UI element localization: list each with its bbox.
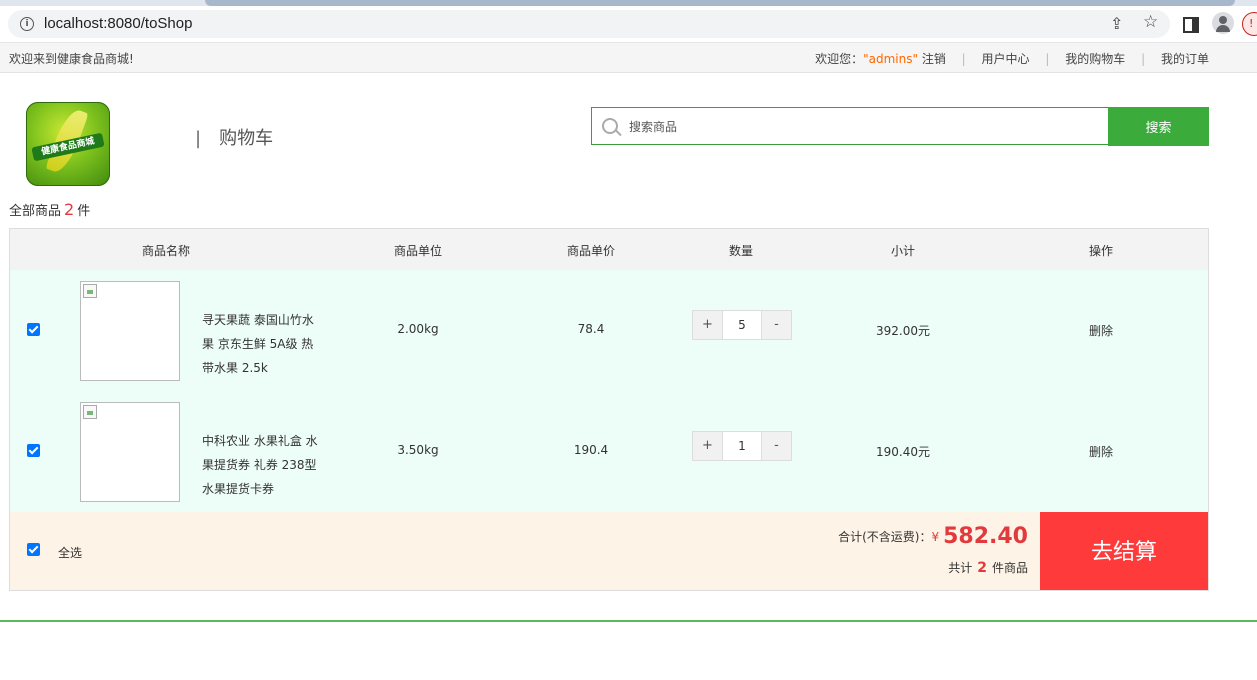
header-action: 操作 bbox=[1088, 244, 1114, 258]
title-divider: | bbox=[195, 128, 202, 149]
select-all-checkbox[interactable] bbox=[27, 543, 40, 556]
search-input[interactable] bbox=[627, 108, 1101, 146]
broken-image-icon bbox=[83, 405, 97, 419]
delete-link[interactable]: 删除 bbox=[1089, 322, 1113, 339]
cart-item-count: 全部商品 2 件 bbox=[9, 200, 90, 219]
row-subtotal: 190.40元 bbox=[876, 445, 930, 459]
url-text[interactable]: localhost:8080/toShop bbox=[44, 15, 192, 32]
table-row: 寻天果蔬 泰国山竹水果 京东生鲜 5A级 热带水果 2.5k 2.00kg 78… bbox=[10, 270, 1208, 392]
header-product-name: 商品名称 bbox=[141, 244, 191, 258]
product-price: 190.4 bbox=[573, 443, 609, 457]
delete-link[interactable]: 删除 bbox=[1089, 443, 1113, 460]
search-button[interactable]: 搜索 bbox=[1108, 107, 1209, 146]
search-icon bbox=[602, 118, 618, 134]
increase-button[interactable]: + bbox=[693, 311, 723, 339]
total-label: 合计(不含运费)： bbox=[838, 530, 932, 544]
top-nav: 欢迎您："admins" 注销 | 用户中心 | 我的购物车 | 我的订单 bbox=[815, 50, 1209, 67]
share-icon[interactable]: ⇪ bbox=[1110, 15, 1123, 33]
search-box bbox=[591, 107, 1108, 146]
checkout-button[interactable]: 去结算 bbox=[1040, 512, 1208, 590]
site-info-icon[interactable]: i bbox=[20, 17, 34, 31]
total-count-number: 2 bbox=[977, 560, 987, 576]
table-row: 中科农业 水果礼盒 水果提货券 礼券 238型 水果提货卡券 3.50kg 19… bbox=[10, 391, 1208, 513]
total-line: 合计(不含运费)：¥ 582.40 bbox=[838, 524, 1028, 549]
total-count: 共计 2 件商品 bbox=[948, 559, 1028, 576]
site-logo[interactable]: 健康食品商城 bbox=[26, 102, 110, 186]
count-prefix: 全部商品 bbox=[9, 204, 62, 219]
my-orders-link[interactable]: 我的订单 bbox=[1161, 52, 1209, 66]
user-center-link[interactable]: 用户中心 bbox=[982, 52, 1030, 66]
row-subtotal: 392.00元 bbox=[876, 324, 930, 338]
logout-link[interactable]: 注销 bbox=[922, 52, 946, 66]
product-image[interactable] bbox=[80, 281, 180, 381]
count-number: 2 bbox=[64, 200, 75, 219]
product-image[interactable] bbox=[80, 402, 180, 502]
page-title: | 购物车 bbox=[195, 124, 273, 150]
select-all-label[interactable]: 全选 bbox=[58, 544, 82, 561]
nav-separator: | bbox=[1045, 52, 1050, 66]
bookmark-star-icon[interactable]: ☆ bbox=[1143, 13, 1158, 31]
quantity-stepper: + - bbox=[692, 310, 792, 340]
browser-toolbar: i localhost:8080/toShop ⇪ ☆ ! bbox=[0, 6, 1257, 43]
currency-symbol: ¥ bbox=[931, 530, 940, 544]
decrease-button[interactable]: - bbox=[761, 311, 791, 339]
footer-divider bbox=[0, 620, 1257, 622]
decrease-button[interactable]: - bbox=[761, 432, 791, 460]
count-suffix: 件 bbox=[77, 204, 91, 219]
header-price: 商品单价 bbox=[566, 244, 616, 258]
update-alert-icon[interactable]: ! bbox=[1242, 12, 1257, 36]
cart-table: 商品名称 商品单位 商品单价 数量 小计 操作 寻天果蔬 泰国山竹水果 京东生鲜… bbox=[9, 228, 1209, 591]
cart-footer: 全选 合计(不含运费)：¥ 582.40 共计 2 件商品 去结算 bbox=[10, 512, 1208, 590]
site-top-bar: 欢迎来到健康食品商城! 欢迎您："admins" 注销 | 用户中心 | 我的购… bbox=[0, 43, 1257, 73]
quantity-stepper: + - bbox=[692, 431, 792, 461]
side-panel-icon[interactable] bbox=[1183, 17, 1199, 33]
product-price: 78.4 bbox=[577, 322, 605, 336]
quantity-input[interactable] bbox=[723, 311, 761, 339]
header-subtotal: 小计 bbox=[890, 244, 916, 258]
address-bar[interactable]: i localhost:8080/toShop bbox=[8, 10, 1170, 38]
nav-separator: | bbox=[1141, 52, 1146, 66]
page-title-text: 购物车 bbox=[219, 128, 274, 149]
total-count-suffix: 件商品 bbox=[991, 561, 1028, 575]
header-quantity: 数量 bbox=[728, 244, 754, 258]
increase-button[interactable]: + bbox=[693, 432, 723, 460]
nav-separator: | bbox=[961, 52, 966, 66]
greeting-label: 欢迎您： bbox=[815, 52, 864, 66]
quantity-input[interactable] bbox=[723, 432, 761, 460]
product-unit: 3.50kg bbox=[397, 443, 439, 457]
total-count-prefix: 共计 bbox=[948, 561, 973, 575]
row-checkbox[interactable] bbox=[27, 444, 40, 457]
table-header: 商品名称 商品单位 商品单价 数量 小计 操作 bbox=[10, 229, 1208, 271]
total-amount: 582.40 bbox=[943, 524, 1028, 549]
product-name[interactable]: 中科农业 水果礼盒 水果提货券 礼券 238型 水果提货卡券 bbox=[202, 429, 322, 501]
my-cart-link[interactable]: 我的购物车 bbox=[1065, 52, 1125, 66]
product-name[interactable]: 寻天果蔬 泰国山竹水果 京东生鲜 5A级 热带水果 2.5k bbox=[202, 308, 322, 380]
row-checkbox[interactable] bbox=[27, 323, 40, 336]
profile-avatar-icon[interactable] bbox=[1212, 12, 1234, 34]
broken-image-icon bbox=[83, 284, 97, 298]
welcome-text: 欢迎来到健康食品商城! bbox=[9, 52, 134, 66]
header-unit: 商品单位 bbox=[393, 244, 443, 258]
username: "admins" bbox=[863, 52, 918, 66]
product-unit: 2.00kg bbox=[397, 322, 439, 336]
